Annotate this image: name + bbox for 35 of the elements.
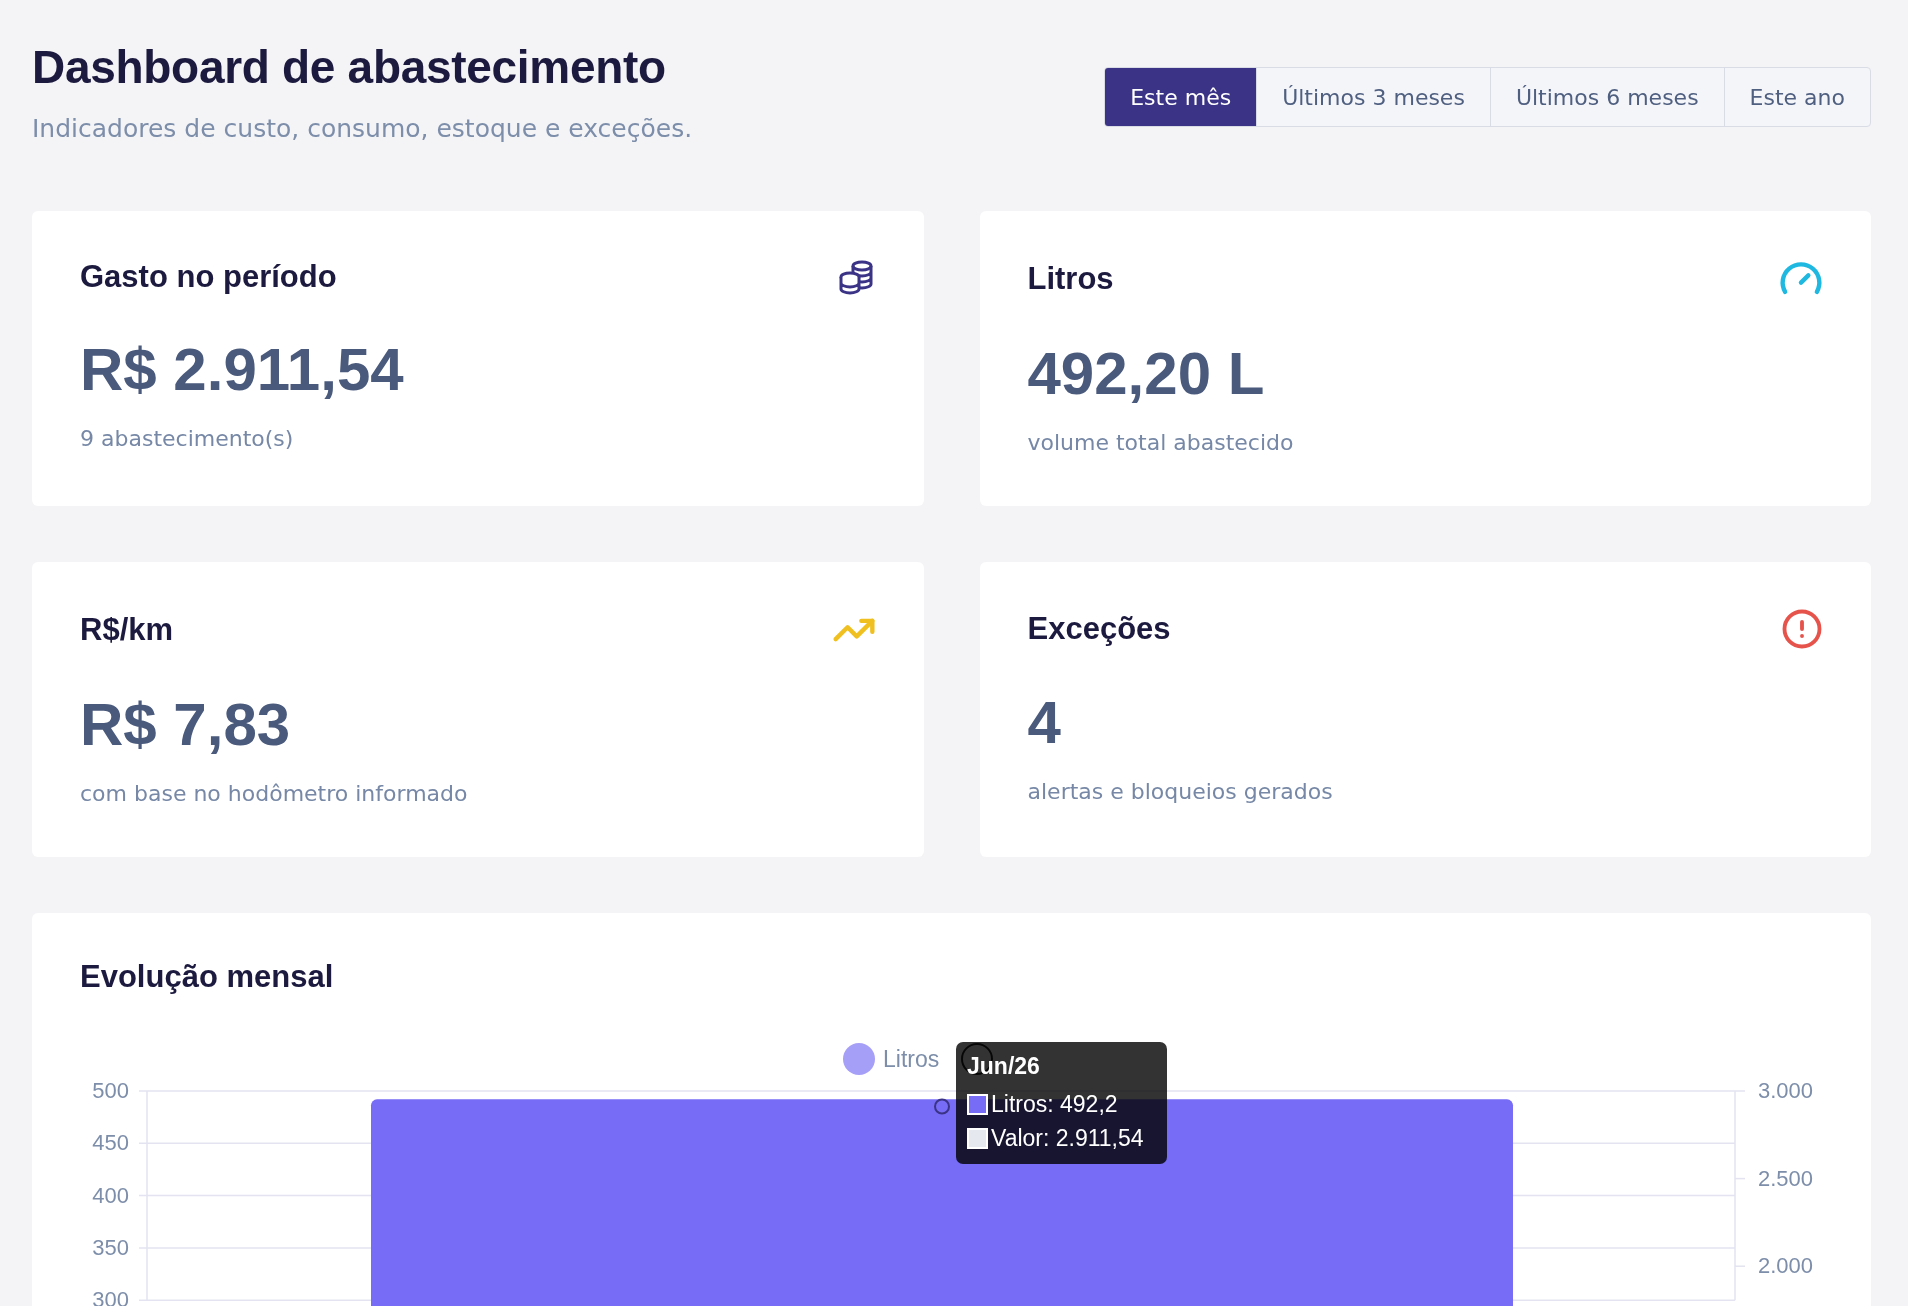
chart-title: Evolução mensal — [80, 959, 335, 995]
alert-icon — [1781, 608, 1823, 650]
card-caption: com base no hodômetro informado — [80, 781, 469, 806]
tooltip-title: Jun/26 — [967, 1053, 1041, 1080]
period-tab[interactable]: Este ano — [1723, 68, 1870, 126]
card-value: R$ 2.911,54 — [80, 335, 405, 404]
page-subtitle: Indicadores de custo, consumo, estoque e exceções. — [32, 114, 693, 143]
card-value: 4 — [1027, 688, 1062, 757]
axis-label: 350 — [92, 1234, 129, 1260]
tooltip-text: Valor: 2.911,54 — [991, 1125, 1144, 1152]
axis-label: 3.000 — [1758, 1078, 1814, 1103]
color-swatch — [967, 1094, 988, 1115]
axis-label: 400 — [92, 1182, 129, 1208]
card-value: 492,20 L — [1027, 339, 1266, 408]
card-title: Gasto no período — [80, 259, 337, 295]
card-caption: alertas e bloqueios gerados — [1027, 779, 1334, 804]
card-caption: 9 abastecimento(s) — [80, 426, 295, 451]
card-caption: volume total abastecido — [1027, 430, 1295, 455]
axis-label: 500 — [92, 1078, 129, 1103]
legend-marker — [843, 1043, 875, 1075]
axis-label: 450 — [92, 1130, 129, 1156]
hover-point — [934, 1098, 950, 1115]
card-title: Exceções — [1027, 611, 1171, 647]
page-title: Dashboard de abastecimento — [32, 40, 667, 94]
period-tab[interactable]: Este mês — [1105, 68, 1257, 126]
card-title: Litros — [1027, 261, 1114, 297]
card-title: R$/km — [80, 612, 174, 648]
color-swatch — [967, 1128, 988, 1149]
axis-label: 2.000 — [1758, 1253, 1814, 1279]
axis-label: 2.500 — [1758, 1165, 1814, 1191]
period-tab[interactable]: Últimos 6 meses — [1489, 68, 1724, 126]
legend-label[interactable]: Litros — [883, 1046, 940, 1072]
card-value: R$ 7,83 — [80, 690, 292, 759]
period-tab[interactable]: Últimos 3 meses — [1256, 68, 1490, 126]
tooltip-text: Litros: 492,2 — [991, 1091, 1118, 1118]
